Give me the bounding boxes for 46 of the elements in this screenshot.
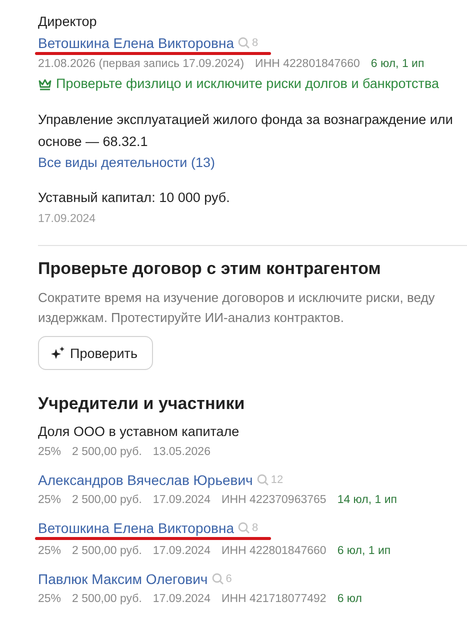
meta-text: 2 500,00 руб. (72, 544, 142, 559)
mention-count: 12 (270, 474, 284, 486)
capital-text: Уставный капитал: 10 000 руб. (38, 189, 230, 207)
meta-text: 17.09.2024 (152, 493, 210, 508)
person-link[interactable]: Александров Вячеслав Юрьевич (38, 471, 253, 489)
mention-count: 8 (252, 37, 258, 49)
meta-text: 2 500,00 руб. (72, 493, 142, 508)
meta-text: 25% (38, 544, 62, 559)
capital-date: 17.09.2024 (38, 213, 96, 225)
person-link[interactable]: Павлюк Максим Олегович (38, 570, 208, 588)
search-icon (238, 522, 250, 534)
meta-text: 2 500,00 руб. (72, 592, 142, 607)
meta-text: 25% (38, 493, 62, 508)
companies-link[interactable]: 6 юл, 1 ип (337, 543, 391, 559)
search-icon (256, 474, 269, 486)
promo-link[interactable]: Проверьте физлицо и исключите риски долгов и банкротства (38, 75, 439, 93)
sparkle-icon (51, 346, 65, 360)
meta-text: ИНН 421718077492 (221, 592, 326, 607)
meta-text: ИНН 422801847660 (221, 544, 326, 559)
companies-link[interactable]: 14 юл, 1 ип (337, 492, 398, 508)
meta-text: 17.09.2024 (152, 592, 210, 607)
mention-count: 6 (226, 573, 232, 585)
meta-text: ИНН 422370963765 (221, 493, 326, 508)
companies-link[interactable]: 6 юл (337, 591, 362, 607)
meta-text: 21.08.2026 (первая запись 17.09.2024) (38, 57, 244, 72)
meta-text: 17.09.2024 (152, 544, 210, 559)
role-label: Директор (38, 13, 97, 31)
meta-text: 13.05.2026 (152, 445, 210, 460)
mention-count: 8 (252, 522, 258, 534)
companies-link[interactable]: 6 юл, 1 ип (370, 56, 424, 72)
person-link[interactable]: Ветошкина Елена Викторовна (38, 34, 234, 52)
person-link[interactable]: Ветошкина Елена Викторовна (38, 519, 234, 537)
meta-text: 2 500,00 руб. (72, 445, 142, 460)
crown-icon (38, 78, 52, 90)
check-button[interactable]: Проверить (38, 336, 153, 370)
promo-text: Сократите время на изучение договоров и исключите риски, веду издержкам. Протестируйте ИИ-анализ контрактов. (38, 289, 435, 327)
search-icon (212, 573, 224, 585)
section-title: Учредители и участники (38, 393, 245, 415)
meta-text: 25% (38, 445, 62, 460)
meta-text: ИНН 422801847660 (255, 57, 360, 72)
meta-text: 25% (38, 592, 62, 607)
search-icon (238, 37, 250, 49)
share-title: Доля ООО в уставном капитале (38, 423, 240, 441)
activities-link[interactable]: Все виды деятельности (13) (38, 153, 215, 173)
activity-text: Управление эксплуатацией жилого фонда за вознаграждение или основе — 68.32.1 (38, 111, 453, 151)
section-title: Проверьте договор с этим контрагентом (38, 258, 381, 280)
